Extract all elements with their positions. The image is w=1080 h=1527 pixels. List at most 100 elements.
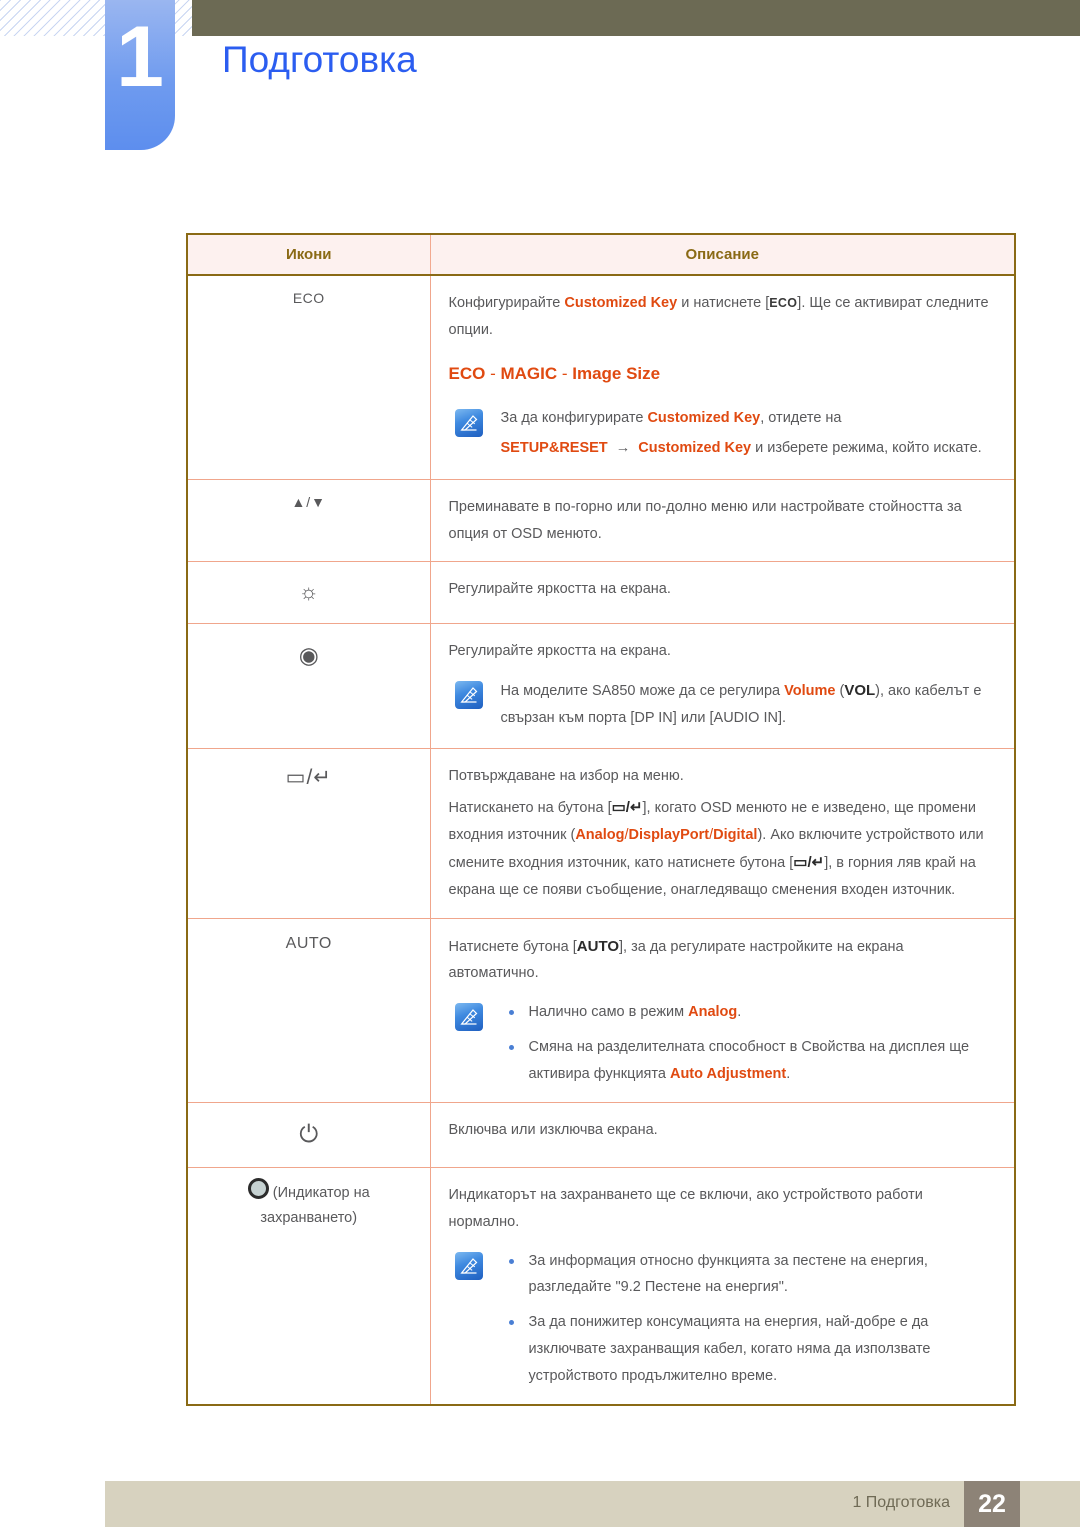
note-pen-icon — [454, 409, 483, 438]
power-led-icon — [247, 1177, 269, 1199]
note-vol-c: ( — [835, 682, 845, 699]
auto-key-badge: AUTO — [576, 937, 620, 955]
eco-key-badge: ECO — [769, 296, 798, 310]
brightness-sun-icon: ☼ — [298, 579, 319, 605]
column-header-description: Описание — [430, 234, 1015, 276]
note-volume-text: На моделите SA850 може да се регулира Vo… — [501, 677, 993, 732]
note-pen-icon — [454, 1003, 483, 1032]
description-cell-updown: Преминавате в по-горно или по-долно меню… — [430, 478, 1015, 562]
description-cell-volume: Регулирайте яркостта на екрана. На модел… — [430, 622, 1015, 749]
updown-paragraph: Преминавате в по-горно или по-долно меню… — [448, 498, 962, 542]
icon-description-table: Икони Описание ECO Конфигурирайте Custom… — [186, 233, 1016, 1406]
menu-src-analog: Analog — [575, 827, 625, 844]
icon-cell-menu-enter: ▭/↵ — [187, 748, 431, 918]
menu-key-badge-2: ▭/↵ — [793, 853, 825, 871]
icon-cell-updown: ▲/▼ — [187, 478, 431, 562]
note-pen-icon — [454, 680, 483, 709]
list-item: За да понижитер консумацията на енергия,… — [501, 1309, 993, 1389]
header-olive-bar — [192, 0, 1080, 36]
eco-highlight-line: ECO - MAGIC - Image Size — [449, 358, 993, 389]
auto-bullet-list: Налично само в режим Analog. Смяна на ра… — [501, 999, 993, 1087]
footer-chapter-label: 1 Подготовка — [852, 1494, 950, 1511]
table-row: ◉ Регулирайте яркостта на екрана. На мод… — [187, 622, 1015, 749]
auto-icon: AUTO — [285, 934, 332, 952]
auto-b2-c: . — [786, 1065, 791, 1082]
eco-icon: ECO — [292, 290, 325, 306]
icon-cell-eco: ECO — [187, 275, 431, 480]
description-cell-eco: Конфигурирайте Customized Key и натиснет… — [430, 275, 1015, 479]
note-eco-arrow-icon: → — [615, 439, 631, 456]
chapter-number: 1 — [116, 9, 164, 105]
eco-opt-1: ECO — [448, 363, 486, 383]
eco-opt-2: MAGIC — [500, 363, 558, 383]
brightness-paragraph: Регулирайте яркостта на екрана. — [448, 581, 671, 598]
indicator-paragraph: Индикаторът на захранването ще се включи… — [448, 1186, 923, 1230]
page-header: 1 Подготовка — [0, 0, 1080, 200]
indicator-bullet-list: За информация относно функцията за песте… — [501, 1248, 993, 1390]
description-cell-power: Включва или изключва екрана. — [430, 1101, 1015, 1168]
menu-key-badge-1: ▭/↵ — [611, 799, 643, 817]
table-row: ▲/▼ Преминавате в по-горно или по-долно … — [187, 478, 1015, 562]
eco-sep-1: - — [485, 363, 501, 383]
table-body: ECO Конфигурирайте Customized Key и нати… — [187, 275, 1015, 1405]
menu-paragraph-2: Натискането на бутона [▭/↵], когато OSD … — [449, 794, 993, 903]
note-eco-setup-reset: SETUP&RESET — [500, 439, 608, 456]
icon-cell-auto: AUTO — [187, 917, 431, 1103]
note-body-eco: За да конфигурирате Customized Key, отид… — [501, 405, 993, 465]
icon-cell-brightness: ☼ — [187, 561, 431, 624]
menu-src-displayport: DisplayPort — [628, 827, 710, 844]
note-eco-line-2: SETUP&RESET → Customized Key и изберете … — [501, 435, 993, 462]
table-row: AUTO Натиснете бутона [AUTO], за да регу… — [187, 917, 1015, 1103]
auto-b2-auto-adjustment: Auto Adjustment — [669, 1065, 787, 1082]
note-block-indicator: За информация относно функцията за песте… — [449, 1248, 993, 1390]
list-item: За информация относно функцията за песте… — [501, 1248, 993, 1302]
eco-text-a: Конфигурирайте — [448, 295, 565, 311]
note-eco-line-1: За да конфигурирате Customized Key, отид… — [501, 405, 993, 432]
note-vol-vol: VOL — [844, 681, 876, 699]
quill-glyph — [459, 415, 477, 431]
note-body-volume: На моделите SA850 може да се регулира Vo… — [501, 677, 993, 735]
table-head: Икони Описание — [187, 234, 1015, 276]
auto-b1-a: Налично само в режим — [528, 1004, 689, 1021]
power-indicator-label-wrap: (Индикатор на захранването) — [247, 1177, 370, 1232]
note-eco-a: За да конфигурирате — [500, 410, 648, 427]
table-header-row: Икони Описание — [187, 234, 1015, 276]
eco-customized-key: Customized Key — [564, 295, 678, 311]
note-body-auto: Налично само в режим Analog. Смяна на ра… — [501, 999, 993, 1087]
note-pen-icon — [454, 1251, 483, 1280]
note-eco-customized-key: Customized Key — [647, 410, 761, 427]
note-block-auto: Налично само в режим Analog. Смяна на ра… — [449, 999, 993, 1087]
power-indicator-line-2: захранването) — [260, 1210, 358, 1227]
up-down-arrows-icon: ▲/▼ — [291, 493, 327, 510]
description-cell-menu-enter: Потвърждаване на избор на меню. Натискан… — [430, 748, 1015, 918]
icon-cell-power: ⏻ — [187, 1101, 431, 1168]
auto-paragraph-1: Натиснете бутона [AUTO], за да регулират… — [449, 933, 993, 988]
auto-b1-c: . — [737, 1004, 742, 1021]
auto-b1-analog: Analog — [688, 1004, 738, 1021]
eco-sep-2: - — [557, 363, 573, 383]
quill-glyph — [459, 1009, 477, 1025]
note-block-volume: На моделите SA850 може да се регулира Vo… — [449, 677, 993, 735]
note-eco-customized-key-2: Customized Key — [638, 439, 752, 456]
icon-cell-power-indicator: (Индикатор на захранването) — [187, 1166, 431, 1405]
power-paragraph: Включва или изключва екрана. — [448, 1121, 658, 1138]
menu-src-digital: Digital — [713, 827, 758, 844]
volume-paragraph: Регулирайте яркостта на екрана. — [448, 643, 671, 659]
table-row: ⏻ Включва или изключва екрана. — [187, 1101, 1015, 1168]
note-vol-a: На моделите SA850 може да се регулира — [500, 682, 785, 699]
eco-text-c: и натиснете [ — [677, 295, 770, 311]
note-vol-volume: Volume — [784, 682, 836, 699]
note-body-indicator: За информация относно функцията за песте… — [501, 1248, 993, 1390]
quill-glyph — [459, 686, 477, 703]
table-row: ☼ Регулирайте яркостта на екрана. — [187, 561, 1015, 624]
power-icon: ⏻ — [299, 1120, 319, 1148]
volume-dot-icon: ◉ — [298, 642, 319, 668]
page-title: Подготовка — [222, 39, 417, 80]
icon-cell-volume: ◉ — [187, 622, 431, 749]
list-item: Налично само в режим Analog. — [501, 999, 993, 1026]
page-number-badge: 22 — [964, 1481, 1020, 1527]
column-header-icons: Икони — [187, 234, 431, 276]
quill-glyph — [459, 1257, 477, 1274]
eco-paragraph-1: Конфигурирайте Customized Key и натиснет… — [449, 290, 993, 344]
menu-p2-a: Натискането на бутона [ — [448, 800, 612, 817]
